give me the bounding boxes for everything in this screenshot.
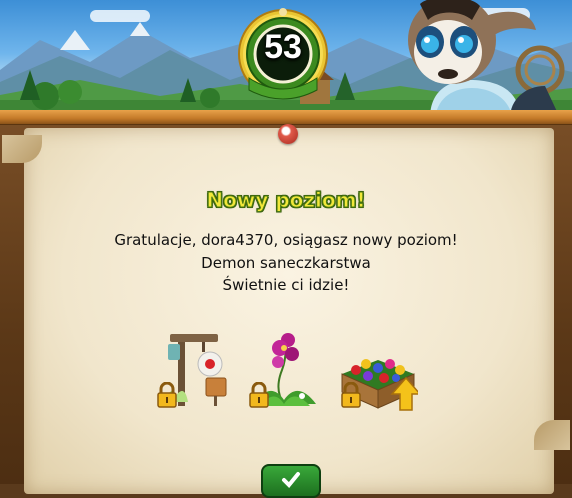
congratulations-line: Gratulacje, dora4370, osiągasz nowy pozi… [114, 231, 458, 249]
pin-icon [278, 124, 298, 144]
goat-character-icon [408, 0, 565, 118]
dialog-title: Nowy poziom! [206, 188, 366, 213]
parchment-panel [24, 128, 554, 494]
encouragement-line: Świetnie ci idzie! [222, 276, 350, 294]
frame-top-bar [0, 110, 572, 125]
confirm-button[interactable] [261, 464, 321, 498]
achievement-line: Demon saneczkarstwa [201, 254, 371, 272]
lock-icon [341, 382, 361, 408]
lock-icon [157, 382, 177, 408]
level-up-screen: 53 Nowy poziom! Gratulacje, dora4370, os… [0, 0, 572, 498]
checkmark-icon [282, 472, 300, 488]
lock-icon [249, 382, 269, 408]
level-number: 53 [264, 28, 302, 66]
parchment-curl-right [534, 420, 570, 450]
